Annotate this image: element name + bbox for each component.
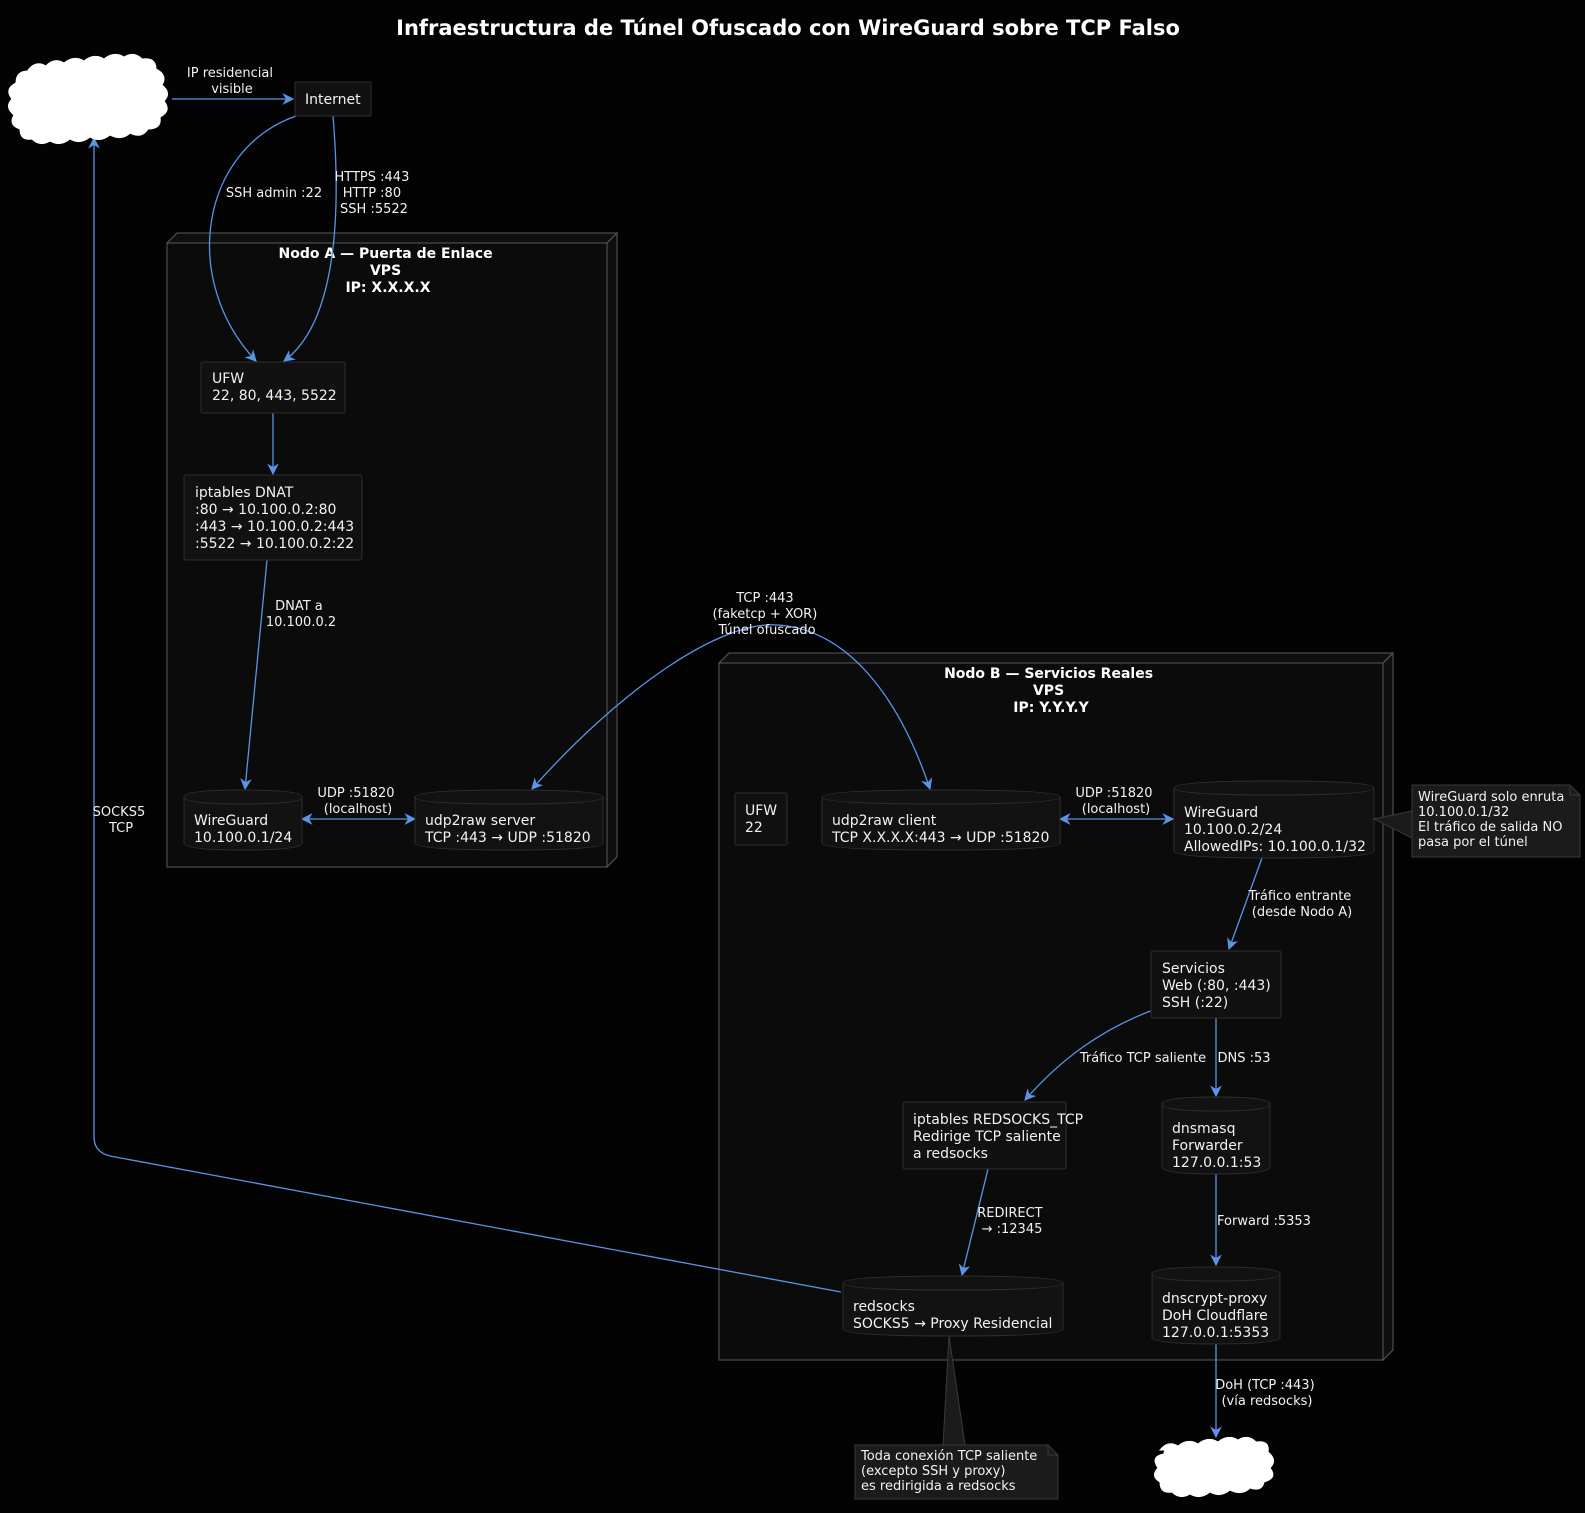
node-b-servicios: Servicios Web (:80, :443) SSH (:22) <box>1150 950 1282 1019</box>
diagram-title: Infraestructura de Túnel Ofuscado con Wi… <box>396 16 1180 40</box>
label-services-in: HTTPS :443 HTTP :80 SSH :5522 <box>335 170 414 217</box>
label-udp-b: UDP :51820 (localhost) <box>1075 786 1156 817</box>
label-ssh-admin: SSH admin :22 <box>226 186 322 201</box>
node-b-redsocks: redsocks SOCKS5 → Proxy Residencial <box>842 1275 1064 1337</box>
node-a-udp2raw-server: udp2raw server TCP :443 → UDP :51820 <box>414 789 604 851</box>
label-udp-a: UDP :51820 (localhost) <box>317 786 398 817</box>
node-b-dnscrypt-proxy: dnscrypt-proxy DoH Cloudflare 127.0.0.1:… <box>1151 1266 1281 1345</box>
label-tunnel: TCP :443 (faketcp + XOR) Túnel ofuscado <box>713 591 822 638</box>
node-b-iptables-redsocks: iptables REDSOCKS_TCP Redirige TCP salie… <box>902 1101 1083 1170</box>
node-b-udp2raw-client: udp2raw client TCP X.X.X.X:443 → UDP :51… <box>821 789 1061 851</box>
proxy-residencial-cloud: Proxy Residencial SOCKS5 IP: Z.Z.Z.Z <box>8 53 168 145</box>
node-b-ufw: UFW 22 <box>734 792 788 846</box>
label-socks5: SOCKS5 TCP <box>93 805 150 836</box>
label-inbound: Tráfico entrante (desde Nodo A) <box>1248 889 1356 920</box>
node-a-ufw: UFW 22, 80, 443, 5522 <box>200 361 346 414</box>
label-dns53: DNS :53 <box>1217 1051 1270 1066</box>
label-doh: DoH (TCP :443) (vía redsocks) <box>1215 1378 1319 1409</box>
node-a-iptables-dnat: iptables DNAT :80 → 10.100.0.2:80 :443 →… <box>183 474 363 561</box>
node-b-container: Nodo B — Servicios Reales VPS IP: Y.Y.Y.… <box>717 651 1395 1362</box>
label-forward: Forward :5353 <box>1217 1214 1311 1229</box>
label-redirect: REDIRECT → :12345 <box>977 1206 1047 1237</box>
note-wireguard: WireGuard solo enruta 10.100.0.1/32 El t… <box>1372 784 1581 858</box>
internet-node: Internet <box>294 81 372 117</box>
node-b-dnscrypt-text: dnscrypt-proxy DoH Cloudflare 127.0.0.1:… <box>1162 1291 1272 1341</box>
node-b-wireguard: WireGuard 10.100.0.2/24 AllowedIPs: 10.1… <box>1173 780 1375 859</box>
label-proxy-internet: IP residencial visible <box>187 66 277 97</box>
cloudflare-dns-cloud: Cloudflare DNS (DoH) <box>1154 1436 1274 1498</box>
label-tcp-out: Tráfico TCP saliente <box>1079 1051 1206 1066</box>
node-b-dnsmasq: dnsmasq Forwarder 127.0.0.1:53 <box>1161 1096 1271 1175</box>
label-dnat: DNAT a 10.100.0.2 <box>266 599 336 630</box>
node-a-wireguard: WireGuard 10.100.0.1/24 <box>183 789 303 851</box>
architecture-diagram: Infraestructura de Túnel Ofuscado con Wi… <box>8 16 1581 1500</box>
internet-label: Internet <box>305 92 361 108</box>
